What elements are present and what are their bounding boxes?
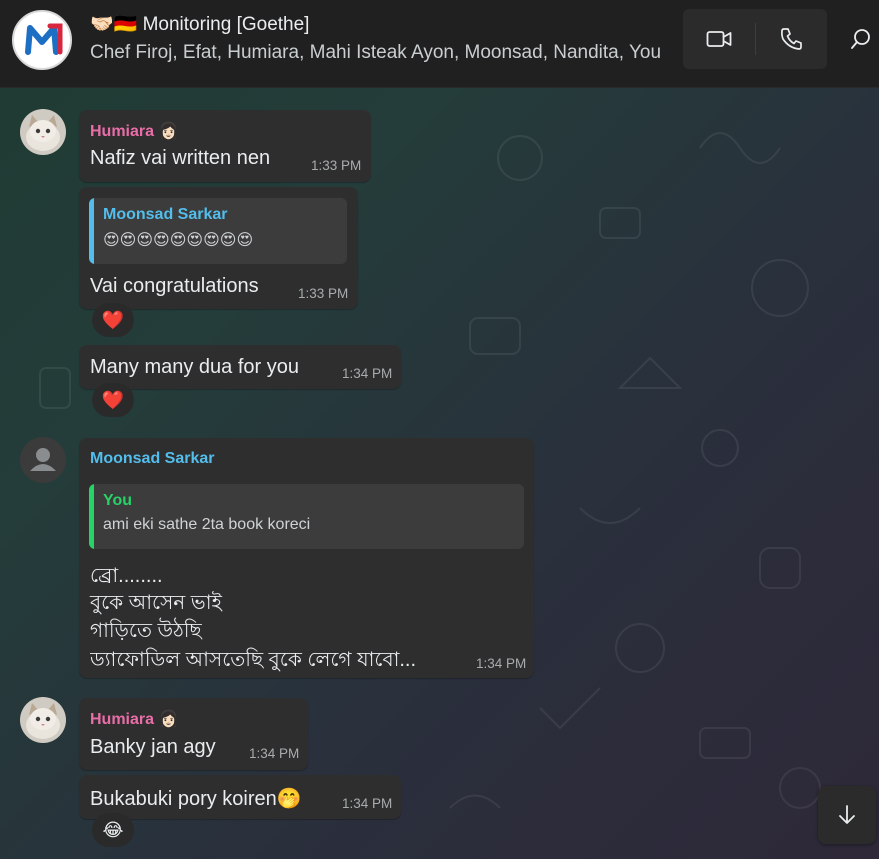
reaction-badge[interactable]: ❤️ — [92, 383, 134, 417]
quote-accent-bar — [89, 484, 94, 549]
heart-reaction-icon: ❤️ — [101, 309, 125, 330]
cat-avatar-icon — [20, 109, 66, 155]
message-time: 1:34 PM — [476, 656, 527, 671]
reaction-badge[interactable]: 😂 — [92, 813, 134, 847]
search-icon — [851, 29, 870, 49]
sender-name[interactable]: Humiara 👩🏻 — [90, 121, 178, 141]
search-button[interactable] — [846, 22, 876, 56]
heart-reaction-icon: ❤️ — [101, 389, 125, 410]
message-bubble[interactable]: Moonsad Sarkar You ami eki sathe 2ta boo… — [79, 438, 534, 678]
video-camera-icon — [706, 31, 732, 47]
avatar-moonsad[interactable] — [20, 437, 66, 483]
message-bubble[interactable]: Moonsad Sarkar 😍😍😍😍😍😍😍😍😍 Vai congratulat… — [79, 187, 358, 309]
avatar-humiara[interactable] — [20, 109, 66, 155]
arrow-down-icon — [839, 805, 855, 824]
quoted-message[interactable]: You ami eki sathe 2ta book koreci — [89, 484, 524, 549]
message-bubble[interactable]: Many many dua for you 1:34 PM — [79, 345, 401, 389]
laughing-reaction-icon: 😂 — [102, 819, 124, 840]
sender-name[interactable]: Humiara 👩🏻 — [90, 709, 178, 729]
message-text: Nafiz vai written nen — [90, 147, 271, 169]
quote-sender: You — [103, 492, 133, 509]
chat-header: 🤝🏻🇩🇪 Monitoring [Goethe] Chef Firoj, Efa… — [0, 0, 879, 88]
sender-name[interactable]: Moonsad Sarkar — [90, 450, 214, 468]
message-time: 1:33 PM — [311, 158, 362, 173]
group-logo-icon — [15, 13, 69, 67]
scroll-to-bottom-button[interactable] — [818, 786, 876, 844]
message-bubble[interactable]: Bukabuki pory koiren🤭 1:34 PM — [79, 775, 401, 819]
message-text: Bukabuki pory koiren🤭 — [90, 788, 302, 810]
default-user-icon — [30, 448, 56, 471]
voice-call-button[interactable] — [756, 9, 828, 69]
quoted-message[interactable]: Moonsad Sarkar 😍😍😍😍😍😍😍😍😍 — [89, 198, 347, 264]
phone-icon — [781, 28, 803, 50]
quote-sender: Moonsad Sarkar — [103, 206, 228, 223]
message-time: 1:34 PM — [342, 796, 393, 811]
video-call-button[interactable] — [683, 9, 755, 69]
message-text: Vai congratulations — [90, 275, 259, 297]
message-line: ড্যাফোডিল আসতেছি বুকে লেগে যাবো... — [90, 649, 417, 671]
reaction-badge[interactable]: ❤️ — [92, 303, 134, 337]
message-bubble[interactable]: Humiara 👩🏻 Banky jan agy 1:34 PM — [79, 698, 308, 770]
message-bubble[interactable]: Humiara 👩🏻 Nafiz vai written nen 1:33 PM — [79, 110, 371, 182]
quote-text: ami eki sathe 2ta book koreci — [103, 516, 311, 533]
message-text: Banky jan agy — [90, 736, 216, 758]
cat-avatar-icon — [20, 697, 66, 743]
avatar-humiara[interactable] — [20, 697, 66, 743]
group-avatar[interactable] — [12, 10, 72, 70]
message-time: 1:33 PM — [298, 286, 349, 301]
message-text: Many many dua for you — [90, 356, 299, 378]
call-controls — [683, 9, 827, 69]
message-time: 1:34 PM — [342, 366, 393, 381]
quote-text: 😍😍😍😍😍😍😍😍😍 — [103, 232, 254, 249]
message-time: 1:34 PM — [249, 746, 300, 761]
quote-accent-bar — [89, 198, 94, 264]
chat-title[interactable]: 🤝🏻🇩🇪 Monitoring [Goethe] — [90, 12, 309, 36]
chat-members[interactable]: Chef Firoj, Efat, Humiara, Mahi Isteak A… — [90, 42, 675, 64]
